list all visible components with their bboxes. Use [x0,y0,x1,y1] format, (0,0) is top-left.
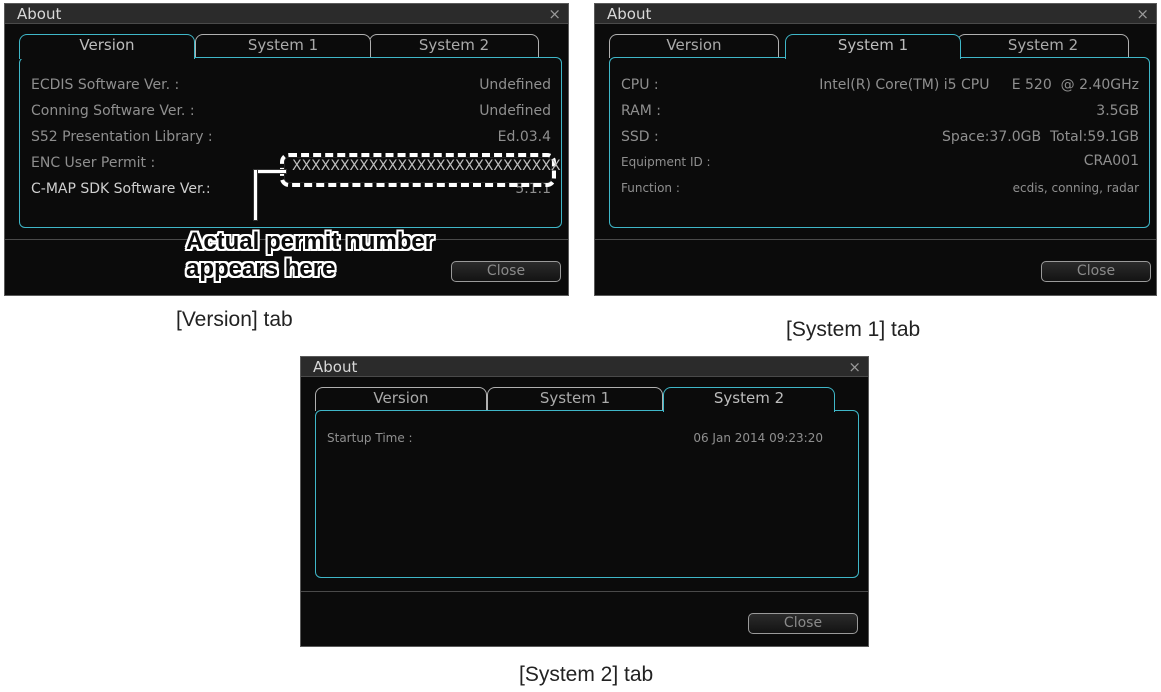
tab-system-2[interactable]: System 2 [957,34,1129,58]
s52-library-value: Ed.03.4 [497,129,551,145]
ram-label: RAM : [621,103,661,119]
startup-time-label: Startup Time : [327,431,413,445]
footer-separator [595,239,1156,240]
ecdis-version-value: Undefined [479,77,551,93]
function-label: Function : [621,181,680,195]
system-2-panel: Startup Time : 06 Jan 2014 09:23:20 [315,410,859,578]
equipment-id-label: Equipment ID : [621,155,711,169]
about-dialog-system-2: About × Version System 1 System 2 Startu… [300,356,869,647]
system-1-panel: CPU : Intel(R) Core(TM) i5 CPU E 520 @ 2… [609,57,1150,228]
row-ram: RAM : 3.5GB [610,101,1149,123]
enc-user-permit-value: XXXXXXXXXXXXXXXXXXXXXXXXXXXX [292,158,561,174]
ecdis-version-label: ECDIS Software Ver. : [31,77,180,93]
close-icon[interactable]: × [848,358,861,376]
ssd-value: Space:37.0GB Total:59.1GB [942,129,1139,145]
version-panel: ECDIS Software Ver. : Undefined Conning … [19,57,562,228]
row-ssd: SSD : Space:37.0GB Total:59.1GB [610,127,1149,149]
about-dialog-system-1: About × Version System 2 System 1 CPU : … [594,3,1157,296]
caption-version: [Version] tab [176,308,293,331]
tab-system-1[interactable]: System 1 [785,34,961,59]
titlebar: About × [5,4,568,24]
ram-value: 3.5GB [1096,103,1139,119]
tab-version[interactable]: Version [19,34,195,59]
tab-strip: Version System 1 System 2 [315,387,860,412]
caption-system-1: [System 1] tab [786,318,921,341]
tab-system-2[interactable]: System 2 [369,34,539,58]
callout-line-2: appears here [186,255,336,282]
s52-library-label: S52 Presentation Library : [31,129,213,145]
cpu-value: Intel(R) Core(TM) i5 CPU E 520 @ 2.40GHz [819,77,1139,93]
row-conning-version: Conning Software Ver. : Undefined [20,101,561,123]
tab-system-1[interactable]: System 1 [487,387,663,411]
conning-version-label: Conning Software Ver. : [31,103,195,119]
titlebar: About × [301,357,868,377]
equipment-id-value: CRA001 [1083,153,1139,169]
callout-line-1: Actual permit number [186,228,435,255]
tab-version[interactable]: Version [315,387,487,411]
titlebar: About × [595,4,1156,24]
enc-permit-highlight: XXXXXXXXXXXXXXXXXXXXXXXXXXXX [280,153,561,187]
dialog-title: About [17,5,62,23]
footer-separator [301,591,868,592]
conning-version-value: Undefined [479,103,551,119]
function-value: ecdis, conning, radar [1012,181,1139,195]
close-button[interactable]: Close [1041,261,1151,282]
tab-strip: Version System 2 System 1 [609,34,1149,59]
row-function: Function : ecdis, conning, radar [610,177,1149,199]
close-icon[interactable]: × [1136,5,1149,23]
enc-user-permit-label: ENC User Permit : [31,155,156,171]
row-cpu: CPU : Intel(R) Core(TM) i5 CPU E 520 @ 2… [610,75,1149,97]
tab-system-2[interactable]: System 2 [663,387,835,412]
row-s52-library: S52 Presentation Library : Ed.03.4 [20,127,561,149]
tab-system-1[interactable]: System 1 [195,34,371,58]
callout-leader-vertical [253,169,258,221]
row-ecdis-version: ECDIS Software Ver. : Undefined [20,75,561,97]
cpu-label: CPU : [621,77,659,93]
caption-system-2: [System 2] tab [519,663,654,686]
startup-time-value: 06 Jan 2014 09:23:20 [693,431,823,445]
dialog-title: About [607,5,652,23]
close-button[interactable]: Close [451,261,561,282]
row-equipment-id: Equipment ID : CRA001 [610,151,1149,173]
close-button[interactable]: Close [748,613,858,634]
dialog-title: About [313,358,358,376]
callout-leader-horizontal [253,169,287,174]
close-icon[interactable]: × [548,5,561,23]
row-startup-time: Startup Time : 06 Jan 2014 09:23:20 [316,427,858,449]
tab-version[interactable]: Version [609,34,779,58]
tab-strip: System 2 System 1 Version [19,34,559,59]
cmap-sdk-version-label: C-MAP SDK Software Ver.: [31,181,211,197]
ssd-label: SSD : [621,129,659,145]
